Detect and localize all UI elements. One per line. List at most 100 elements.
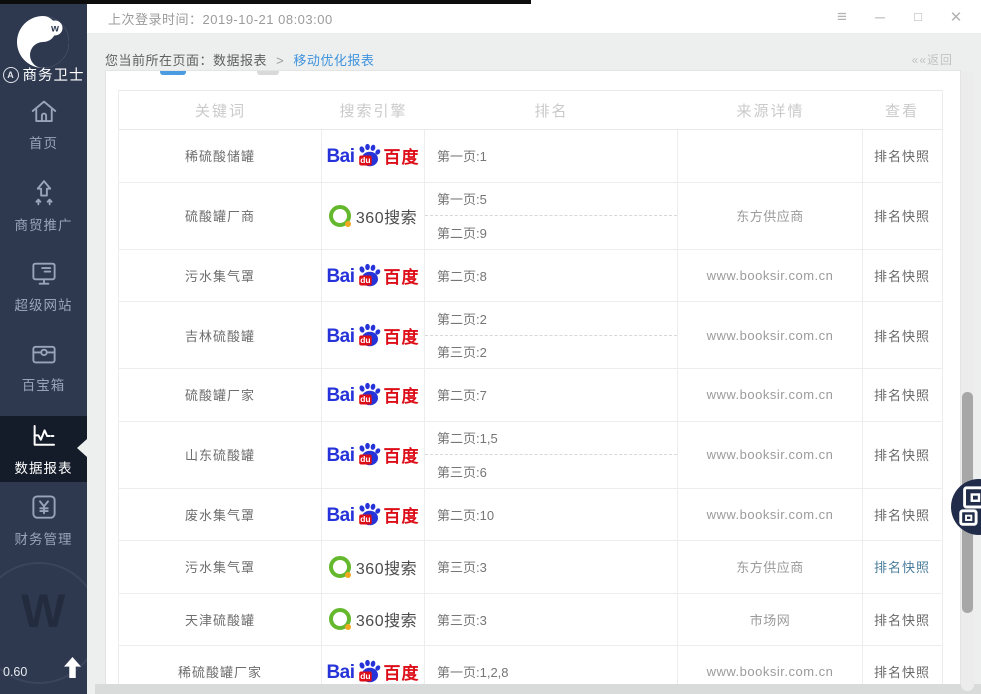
- table-row: 污水集气罩360搜索第三页:3东方供应商排名快照: [119, 541, 942, 594]
- active-item-arrow-icon: [77, 439, 87, 457]
- rank-cell: 第三页:3: [425, 594, 678, 646]
- svg-text:du: du: [360, 335, 370, 345]
- active-tab-fragment[interactable]: [160, 71, 186, 75]
- rank-snapshot-link[interactable]: 排名快照: [874, 146, 930, 165]
- rank-value: 第一页:5: [425, 183, 677, 216]
- sidebar-item-财务管理[interactable]: 财务管理: [0, 492, 87, 548]
- brand-badge-icon: A: [3, 67, 19, 83]
- rank-snapshot-link[interactable]: 排名快照: [874, 610, 930, 629]
- rank-value: 第二页:8: [425, 250, 677, 302]
- rank-snapshot-link[interactable]: 排名快照: [874, 326, 930, 345]
- svg-text:du: du: [360, 275, 370, 285]
- 360-search-label: 360搜索: [356, 607, 417, 631]
- breadcrumb-prefix: 您当前所在页面：数据报表: [105, 53, 267, 68]
- table-row: 天津硫酸罐360搜索第三页:3市场网排名快照: [119, 594, 942, 647]
- rank-value: 第三页:6: [425, 454, 677, 488]
- engine-cell: Baidu百度: [322, 302, 425, 368]
- watermark-letter: W: [21, 583, 65, 638]
- rank-cell: 第三页:3: [425, 541, 678, 593]
- source-cell: www.booksir.com.cn: [707, 507, 834, 522]
- col-header-rank: 排名: [425, 91, 678, 129]
- table-row: 污水集气罩 Baidu百度第二页:8 www.booksir.com.cn 排名快照: [119, 250, 942, 303]
- table-row: 废水集气罩Baidu百度第二页:10www.booksir.com.cn排名快照: [119, 489, 942, 542]
- sidebar-item-label: 商贸推广: [15, 214, 73, 234]
- rank-value: 第二页:7: [425, 369, 677, 421]
- rank-value: 第三页:2: [425, 335, 677, 369]
- rank-value: 第一页:1: [425, 130, 677, 182]
- rank-snapshot-link[interactable]: 排名快照: [874, 385, 930, 404]
- engine-cell: Baidu百度: [322, 130, 425, 182]
- table-row: 硫酸罐厂商360搜索第一页:5第二页:9东方供应商排名快照: [119, 183, 942, 250]
- brand: A 商务卫士: [0, 64, 87, 85]
- svg-text:du: du: [360, 394, 370, 404]
- source-cell: www.booksir.com.cn: [707, 664, 834, 679]
- col-header-source: 来源详情: [678, 91, 863, 129]
- window-menu-icon[interactable]: ≡: [823, 7, 861, 27]
- col-header-view: 查看: [863, 91, 941, 129]
- table-row: 稀硫酸储罐 Baidu百度第一页:1 排名快照: [119, 130, 942, 183]
- col-header-keyword: 关键词: [119, 91, 322, 129]
- 360-search-label: 360搜索: [356, 555, 417, 579]
- baidu-logo-icon: Baidu百度: [326, 143, 419, 168]
- breadcrumb-separator: >: [276, 53, 284, 68]
- engine-cell: Baidu百度: [322, 250, 425, 302]
- svg-text:w: w: [50, 24, 59, 35]
- sidebar-item-首页[interactable]: 首页: [0, 96, 87, 152]
- rank-value: 第二页:1,5: [425, 422, 677, 455]
- rank-value: 第二页:2: [425, 302, 677, 335]
- inactive-tab-fragment[interactable]: [257, 71, 279, 75]
- sidebar: w A 商务卫士 首页商贸推广超级网站百宝箱数据报表财务管理 W 0.60: [0, 0, 87, 694]
- sidebar-item-百宝箱[interactable]: 百宝箱: [0, 338, 87, 394]
- rank-snapshot-link[interactable]: 排名快照: [874, 445, 930, 464]
- window-controls: ≡ ─ □ ✕: [823, 0, 975, 33]
- keyword-cell: 吉林硫酸罐: [185, 326, 255, 345]
- rank-snapshot-link[interactable]: 排名快照: [874, 206, 930, 225]
- rank-cell: 第二页:10: [425, 489, 678, 541]
- rank-snapshot-link[interactable]: 排名快照: [874, 505, 930, 524]
- app-logo-icon: w: [15, 14, 71, 70]
- sidebar-item-超级网站[interactable]: 超级网站: [0, 258, 87, 314]
- keyword-cell: 污水集气罩: [185, 266, 255, 285]
- qr-code-icon: [954, 482, 981, 532]
- qr-code-float-button[interactable]: [951, 479, 981, 535]
- baidu-logo-icon: Baidu百度: [326, 323, 419, 348]
- close-icon[interactable]: ✕: [937, 8, 975, 26]
- rank-cell: 第二页:2第三页:2: [425, 302, 678, 368]
- last-login-text: 上次登录时间：2019-10-21 08:03:00: [108, 9, 333, 28]
- 360-ring-icon: [329, 608, 351, 630]
- rank-snapshot-link[interactable]: 排名快照: [874, 662, 930, 681]
- back-link[interactable]: ««返回: [912, 51, 953, 68]
- rank-snapshot-link[interactable]: 排名快照: [874, 266, 930, 285]
- source-cell: www.booksir.com.cn: [707, 268, 834, 283]
- source-cell: 东方供应商: [736, 557, 804, 576]
- baidu-logo-icon: Baidu百度: [326, 382, 419, 407]
- keyword-cell: 稀硫酸储罐: [185, 146, 255, 165]
- rank-value: 第三页:3: [425, 541, 677, 593]
- keyword-cell: 稀硫酸罐厂家: [178, 662, 262, 681]
- engine-cell: 360搜索: [322, 541, 425, 593]
- breadcrumb-current-link[interactable]: 移动优化报表: [293, 53, 374, 68]
- minimize-icon[interactable]: ─: [861, 9, 899, 25]
- baidu-logo-icon: Baidu百度: [326, 502, 419, 527]
- sidebar-item-label: 财务管理: [15, 528, 73, 548]
- source-cell: 东方供应商: [736, 206, 804, 225]
- website-icon: [29, 258, 59, 288]
- sidebar-item-label: 数据报表: [15, 457, 73, 477]
- svg-text:du: du: [360, 155, 370, 165]
- sidebar-item-商贸推广[interactable]: 商贸推广: [0, 178, 87, 234]
- sidebar-item-label: 首页: [29, 132, 58, 152]
- maximize-icon[interactable]: □: [899, 9, 937, 24]
- 360-ring-icon: [329, 205, 351, 227]
- engine-cell: Baidu百度: [322, 369, 425, 421]
- rank-snapshot-link[interactable]: 排名快照: [874, 557, 930, 576]
- bottom-scroll-strip[interactable]: [95, 684, 981, 694]
- sidebar-item-数据报表[interactable]: 数据报表: [0, 416, 87, 482]
- rank-cell: 第二页:1,5第三页:6: [425, 422, 678, 488]
- table-row: 硫酸罐厂家Baidu百度第二页:7www.booksir.com.cn排名快照: [119, 369, 942, 422]
- brand-name: 商务卫士: [23, 64, 85, 85]
- rank-cell: 第一页:1: [425, 130, 678, 182]
- col-header-engine: 搜索引擎: [322, 91, 425, 129]
- keyword-cell: 硫酸罐厂家: [185, 385, 255, 404]
- rank-cell: 第一页:1,2,8: [425, 646, 678, 684]
- top-accent-strip: [0, 0, 531, 4]
